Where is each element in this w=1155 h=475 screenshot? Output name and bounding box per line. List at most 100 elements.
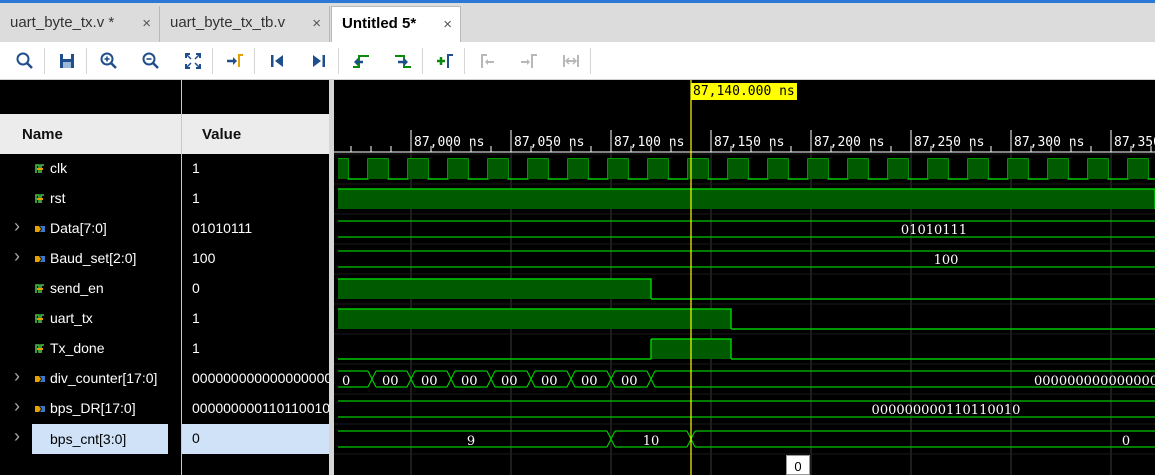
signal-value-row[interactable]: 0 [182,274,329,304]
clk-high-fill [1058,159,1068,179]
search-icon[interactable] [14,50,36,72]
bps-dr-bus-value: 000000000110110010 [872,403,1021,418]
signal-name: clk [50,160,68,176]
tab-label: uart_byte_tx_tb.v [170,14,286,31]
swap-cursors-icon[interactable] [560,50,582,72]
tab-label: uart_byte_tx.v * [10,14,115,31]
name-column-header[interactable]: Name [0,114,181,154]
value-tooltip: 0 [786,455,810,475]
add-marker-icon[interactable] [434,50,456,72]
clk-high-fill [738,159,748,179]
signal-row[interactable]: › bps_DR[17:0] [0,394,182,424]
signal-row[interactable]: clk [0,154,182,184]
waveform-toolbar [0,42,1155,80]
signal-value-row[interactable]: 1 [182,154,329,184]
expand-chevron-icon[interactable]: › [14,426,20,447]
signal-value-row[interactable]: 01010111 [182,214,329,244]
clk-high-fill [938,159,948,179]
signal-value: 1 [192,340,200,356]
signal-value-row[interactable]: 1 [182,184,329,214]
signal-value-row[interactable]: 000000000000000000 [182,364,329,394]
value-column-header[interactable]: Value [182,114,329,154]
clk-high-fill [368,159,378,179]
previous-transition-icon[interactable] [350,50,372,72]
div-counter-value: 0 [342,374,350,389]
next-marker-icon[interactable] [518,50,540,72]
div-counter-value: 00 [461,374,478,389]
expand-chevron-icon[interactable]: › [14,396,20,417]
close-icon[interactable]: × [142,15,151,32]
signal-name: Baud_set[2:0] [50,250,137,266]
div-counter-transition [367,370,377,388]
data-bus-value: 01010111 [901,223,967,238]
bps-cnt-value: 9 [467,434,475,449]
signal-row[interactable]: › Baud_set[2:0] [0,244,182,274]
div-counter-value: 00 [541,374,558,389]
signal-value: 1 [192,160,200,176]
expand-chevron-icon[interactable]: › [14,246,20,267]
ruler-tick-label: 87,300 ns [1014,135,1084,150]
div-counter-value: 00 [421,374,438,389]
tab-label: Untitled 5* [342,15,417,32]
waveform-canvas[interactable]: 87,000 ns 87,050 ns 87,100 ns 87,150 ns 87,2… [334,80,1155,475]
signal-row[interactable]: send_en [0,274,182,304]
clk-high-fill [928,159,938,179]
clk-high-fill [858,159,868,179]
clk-high-fill [1098,159,1108,179]
ruler-tick-label: 87,150 ns [714,135,784,150]
next-transition-icon[interactable] [392,50,414,72]
close-icon[interactable]: × [443,16,452,33]
signal-value-row[interactable]: 0 [182,424,329,454]
save-icon[interactable] [56,50,78,72]
signal-row[interactable]: rst [0,184,182,214]
clk-high-fill [608,159,618,179]
clk-high-fill [1008,159,1018,179]
send-en-fill [338,279,651,299]
signal-row[interactable]: Tx_done [0,334,182,364]
go-to-end-icon[interactable] [308,50,330,72]
signal-value: 01010111 [192,220,253,236]
div-counter-transition [446,370,456,388]
zoom-out-icon[interactable] [140,50,162,72]
zoom-fit-icon[interactable] [182,50,204,72]
tab-uart-byte-tx-tb[interactable]: uart_byte_tx_tb.v × [160,6,330,42]
clk-high-fill [458,159,468,179]
signal-row[interactable]: › div_counter[17:0] [0,364,182,394]
bus-signal-icon [35,226,45,232]
signal-row[interactable]: › bps_cnt[3:0] [0,424,182,454]
go-to-start-icon[interactable] [266,50,288,72]
ruler-tick-label: 87,200 ns [814,135,884,150]
expand-chevron-icon[interactable]: › [14,216,20,237]
div-counter-value: 00 [581,374,598,389]
signal-row[interactable]: uart_tx [0,304,182,334]
clk-high-fill [1138,159,1148,179]
div-counter-transition [566,370,576,388]
previous-marker-icon[interactable] [476,50,498,72]
clk-high-fill [448,159,458,179]
signal-name: bps_cnt[3:0] [32,424,168,454]
clk-high-fill [778,159,788,179]
go-to-cursor-icon[interactable] [224,50,246,72]
ruler-tick-label: 87,250 ns [914,135,984,150]
ruler-tick-label: 87,050 ns [514,135,584,150]
close-icon[interactable]: × [312,15,321,32]
signal-value-row[interactable]: 1 [182,304,329,334]
bus-signal-icon [35,406,45,412]
clk-high-fill [498,159,508,179]
clk-high-fill [1128,159,1138,179]
div-counter-value: 00 [621,374,638,389]
tab-uart-byte-tx[interactable]: uart_byte_tx.v * × [0,6,160,42]
signal-name: rst [50,190,66,206]
signal-value: 000000000110110010 [192,400,329,416]
signal-row[interactable]: › Data[7:0] [0,214,182,244]
zoom-in-icon[interactable] [98,50,120,72]
expand-chevron-icon[interactable]: › [14,366,20,387]
tab-untitled-5[interactable]: Untitled 5* × [331,6,461,45]
signal-value-row[interactable]: 000000000110110010 [182,394,329,424]
signal-value-row[interactable]: 100 [182,244,329,274]
clk-high-fill [1088,159,1098,179]
cursor-time-label[interactable]: 87,140.000 ns [691,83,797,100]
bit-signal-icon [35,194,44,203]
div-counter-value: 00 [382,374,399,389]
signal-value-row[interactable]: 1 [182,334,329,364]
